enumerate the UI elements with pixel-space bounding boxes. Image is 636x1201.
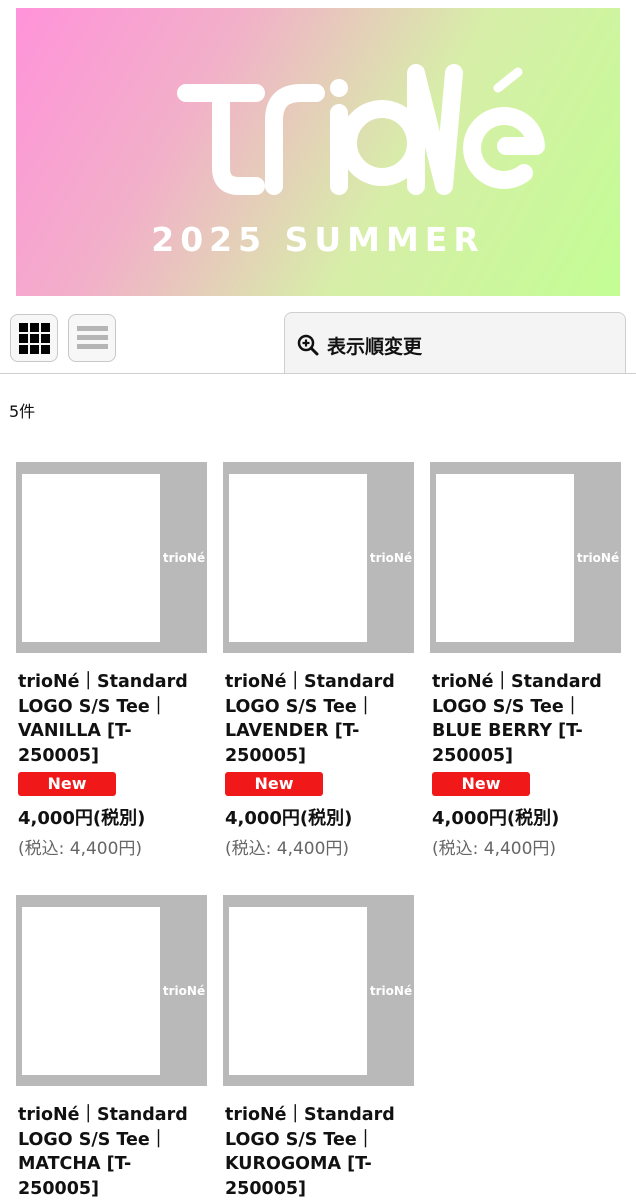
grid-view-button[interactable] bbox=[10, 314, 58, 362]
toolbar-divider bbox=[0, 373, 636, 374]
list-view-icon bbox=[77, 326, 108, 353]
banner-subtitle: 2025 SUMMER bbox=[151, 220, 485, 259]
brand-tag: trioNé bbox=[163, 984, 205, 998]
product-image[interactable]: trioNétrioNé bbox=[223, 895, 414, 1086]
brand-tag: trioNé bbox=[370, 551, 412, 565]
grid-view-icon bbox=[19, 323, 50, 354]
product-price: 4,000円(税別) bbox=[432, 808, 560, 829]
product-image[interactable]: trioNétrioNé bbox=[223, 462, 414, 653]
sort-order-label: 表示順変更 bbox=[327, 336, 423, 358]
product-name[interactable]: trioNé｜Standard LOGO S/S Tee｜ MATCHA [T-… bbox=[18, 1103, 208, 1201]
product-photo bbox=[22, 474, 160, 642]
sort-order-button[interactable]: 表示順変更 bbox=[284, 312, 626, 374]
product-name[interactable]: trioNé｜Standard LOGO S/S Tee｜ LAVENDER [… bbox=[225, 670, 415, 768]
product-photo bbox=[22, 907, 160, 1075]
product-price: 4,000円(税別) bbox=[18, 808, 146, 829]
list-toolbar: 表示順変更 bbox=[0, 306, 636, 374]
zoom-in-icon bbox=[297, 334, 319, 356]
brand-tag: trioNé bbox=[163, 551, 205, 565]
product-photo bbox=[229, 907, 367, 1075]
product-price-tax-included: (税込: 4,400円) bbox=[225, 839, 350, 859]
list-view-button[interactable] bbox=[68, 314, 116, 362]
product-name[interactable]: trioNé｜Standard LOGO S/S Tee｜ KUROGOMA [… bbox=[225, 1103, 415, 1201]
brand-tag: trioNé bbox=[370, 984, 412, 998]
new-badge: New bbox=[18, 772, 116, 796]
product-price: 4,000円(税別) bbox=[225, 808, 353, 829]
brand-tag: trioNé bbox=[577, 551, 619, 565]
result-count: 5件 bbox=[9, 402, 36, 421]
product-photo bbox=[229, 474, 367, 642]
product-price-tax-included: (税込: 4,400円) bbox=[432, 839, 557, 859]
product-price-tax-included: (税込: 4,400円) bbox=[18, 839, 143, 859]
product-image[interactable]: trioNétrioNé bbox=[16, 895, 207, 1086]
product-image[interactable]: trioNétrioNé bbox=[16, 462, 207, 653]
new-badge: New bbox=[432, 772, 530, 796]
product-name[interactable]: trioNé｜Standard LOGO S/S Tee｜ VANILLA [T… bbox=[18, 670, 208, 768]
product-name[interactable]: trioNé｜Standard LOGO S/S Tee｜ BLUE BERRY… bbox=[432, 670, 622, 768]
brand-banner[interactable]: 2025 SUMMER bbox=[16, 8, 620, 296]
new-badge: New bbox=[225, 772, 323, 796]
product-photo bbox=[436, 474, 574, 642]
product-image[interactable]: trioNétrioNé bbox=[430, 462, 621, 653]
